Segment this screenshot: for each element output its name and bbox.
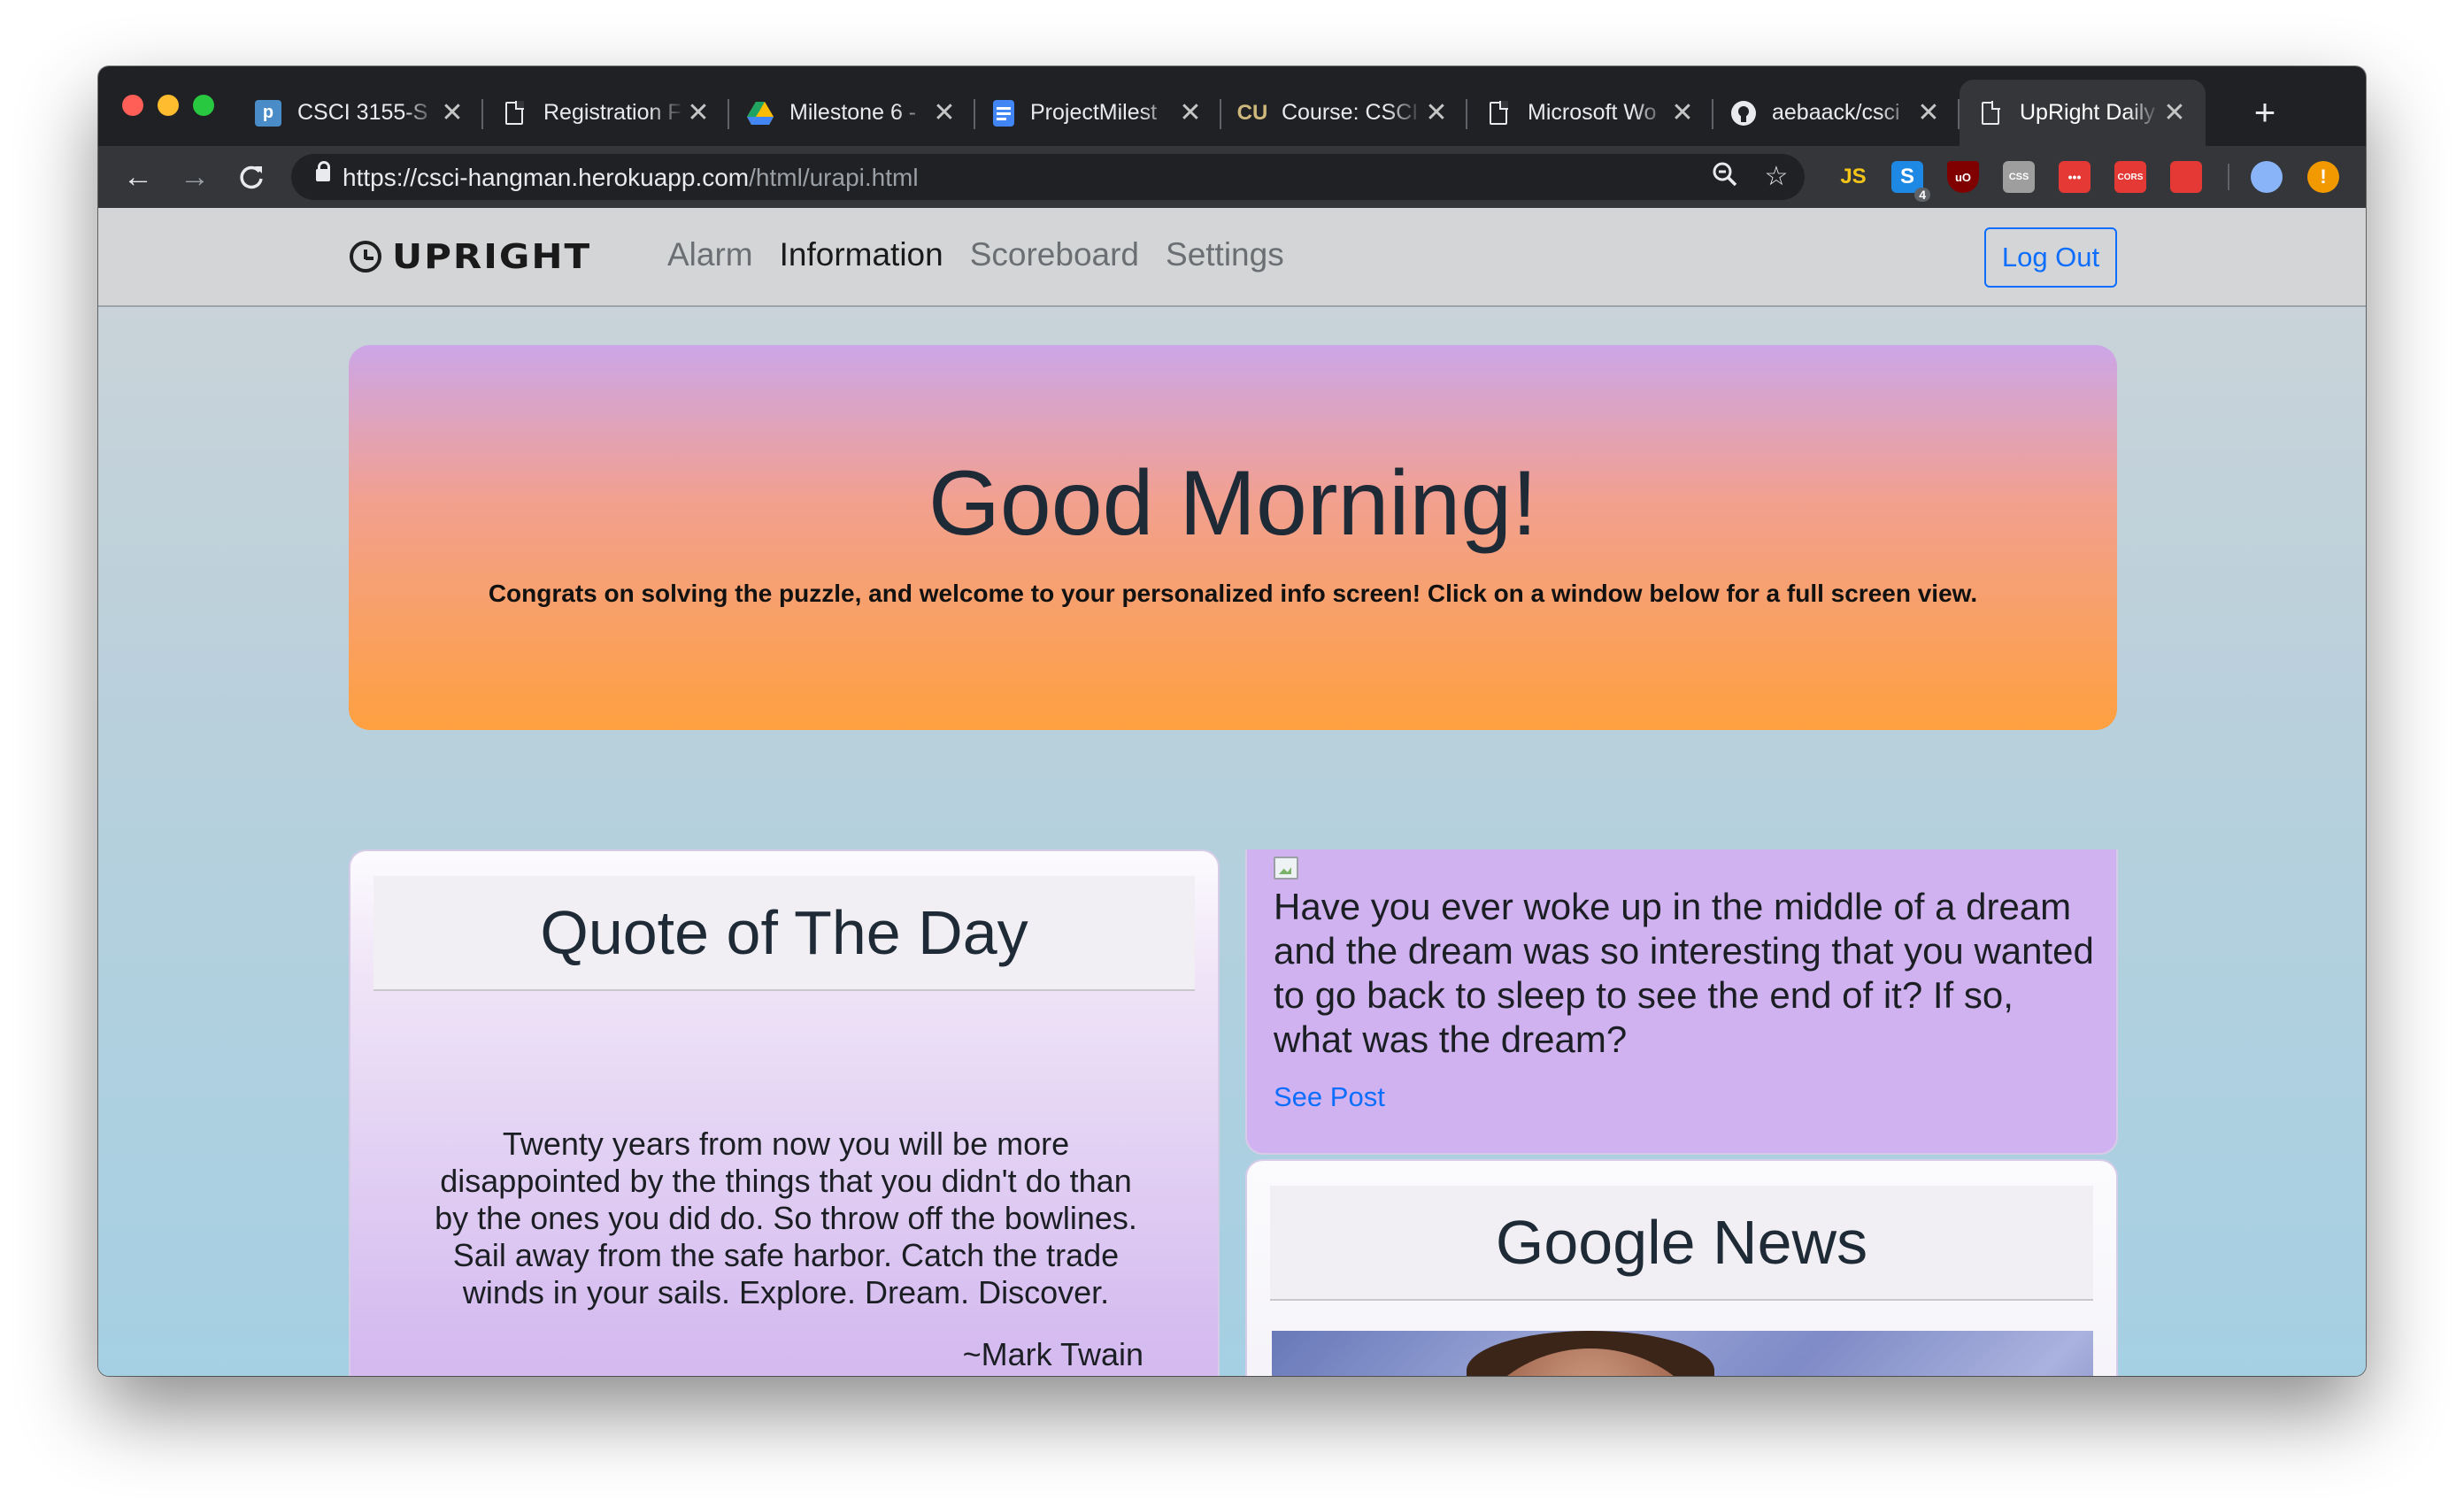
- page-viewport: UPRIGHT Alarm Information Scoreboard Set…: [98, 208, 2366, 1376]
- nav-link-alarm[interactable]: Alarm: [667, 236, 753, 273]
- toolbar-divider: [2228, 164, 2229, 190]
- reddit-card[interactable]: Have you ever woke up in the middle of a…: [1245, 849, 2118, 1155]
- browser-tab[interactable]: Registration F ✕: [483, 80, 729, 146]
- nav-link-scoreboard[interactable]: Scoreboard: [970, 236, 1139, 273]
- reddit-post-text: Have you ever woke up in the middle of a…: [1274, 886, 2094, 1060]
- close-window-button[interactable]: [122, 95, 143, 116]
- tab-title: Registration F: [543, 100, 681, 125]
- more-extension-icon[interactable]: •••: [2059, 161, 2091, 193]
- css-extension-icon[interactable]: CSS: [2003, 161, 2035, 193]
- see-post-link[interactable]: See Post: [1274, 1081, 1385, 1113]
- alarm-clock-icon: [350, 240, 381, 273]
- browser-toolbar: ← → https://csci-hangman.herokuapp.com/h…: [98, 146, 2366, 208]
- tab-close-icon[interactable]: ✕: [1423, 99, 1450, 127]
- logout-button[interactable]: Log Out: [1984, 227, 2117, 288]
- tab-close-icon[interactable]: ✕: [2161, 99, 2188, 127]
- quote-card[interactable]: Quote of The Day Twenty years from now y…: [349, 849, 1220, 1376]
- google-news-card[interactable]: Google News: [1245, 1159, 2118, 1376]
- tab-close-icon[interactable]: ✕: [1177, 99, 1204, 127]
- nav-link-settings[interactable]: Settings: [1166, 236, 1284, 273]
- browser-tab[interactable]: Microsoft Wo ✕: [1467, 80, 1713, 146]
- lock-icon: [316, 161, 330, 181]
- hero-title: Good Morning!: [928, 452, 1537, 555]
- tab-strip: p CSCI 3155-S ✕ Registration F ✕ Milesto…: [98, 66, 2366, 146]
- tab-title: CSCI 3155-S: [297, 100, 428, 125]
- ublock-icon[interactable]: uO: [1947, 161, 1979, 193]
- google-docs-icon: [993, 99, 1014, 127]
- back-arrow-icon[interactable]: ←: [118, 157, 158, 197]
- piazza-icon: p: [255, 99, 281, 127]
- quote-author: ~Mark Twain: [962, 1336, 1143, 1372]
- quote-text: Twenty years from now you will be more d…: [435, 1126, 1137, 1310]
- nav-link-information[interactable]: Information: [780, 236, 943, 273]
- hero-banner: Good Morning! Congrats on solving the pu…: [349, 345, 2117, 730]
- zoom-icon[interactable]: [1709, 161, 1741, 193]
- brand-name: UPRIGHT: [392, 235, 592, 277]
- address-bar[interactable]: https://csci-hangman.herokuapp.com/html/…: [291, 154, 1805, 200]
- cu-boulder-icon: CU: [1236, 100, 1268, 125]
- tab-close-icon[interactable]: ✕: [1915, 99, 1942, 127]
- bookmark-star-icon[interactable]: ☆: [1760, 161, 1792, 193]
- brand[interactable]: UPRIGHT: [350, 234, 591, 278]
- tab-close-icon[interactable]: ✕: [1669, 99, 1696, 127]
- s-extension-icon[interactable]: S4: [1891, 161, 1930, 202]
- tab-close-icon[interactable]: ✕: [685, 99, 712, 127]
- browser-tab[interactable]: p CSCI 3155-S ✕: [237, 80, 483, 146]
- tab-list: p CSCI 3155-S ✕ Registration F ✕ Milesto…: [237, 80, 2206, 146]
- browser-tab[interactable]: Milestone 6 - ✕: [729, 80, 975, 146]
- google-drive-icon: [747, 100, 774, 127]
- tab-title: Microsoft Wo: [1528, 100, 1657, 125]
- red-extension-icon[interactable]: [2170, 161, 2202, 193]
- cors-extension-icon[interactable]: CORS: [2114, 161, 2146, 193]
- document-icon: [1977, 100, 2004, 127]
- tab-title: aebaack/csci: [1772, 100, 1900, 125]
- browser-tab[interactable]: aebaack/csci ✕: [1713, 80, 1960, 146]
- minimize-window-button[interactable]: [158, 95, 179, 116]
- github-icon: [1731, 100, 1756, 126]
- js-extension-icon[interactable]: JS: [1837, 161, 1869, 193]
- tab-close-icon[interactable]: ✕: [931, 99, 958, 127]
- tab-title: Course: CSCI: [1282, 100, 1419, 125]
- forward-arrow-icon[interactable]: →: [174, 157, 215, 197]
- news-image[interactable]: [1272, 1331, 2093, 1376]
- browser-tab-active[interactable]: UpRight Daily ✕: [1960, 80, 2206, 146]
- tab-close-icon[interactable]: ✕: [439, 99, 466, 127]
- site-navbar: UPRIGHT Alarm Information Scoreboard Set…: [98, 208, 2366, 307]
- profile-avatar-icon[interactable]: [2251, 161, 2283, 193]
- browser-window: p CSCI 3155-S ✕ Registration F ✕ Milesto…: [98, 66, 2366, 1376]
- document-icon: [501, 100, 527, 127]
- new-tab-button[interactable]: +: [2238, 86, 2291, 139]
- nav-links: Alarm Information Scoreboard Settings: [667, 236, 1284, 273]
- tab-title: ProjectMilest: [1030, 100, 1158, 125]
- url-text[interactable]: https://csci-hangman.herokuapp.com/html/…: [343, 164, 919, 192]
- reload-icon[interactable]: [231, 157, 272, 197]
- hero-subtitle: Congrats on solving the puzzle, and welc…: [488, 580, 1978, 607]
- quote-card-heading: Quote of The Day: [373, 876, 1195, 991]
- tab-title: UpRight Daily: [2020, 100, 2155, 125]
- browser-tab[interactable]: ProjectMilest ✕: [975, 80, 1221, 146]
- tab-title: Milestone 6 -: [789, 100, 917, 125]
- broken-image-icon: [1274, 857, 1298, 880]
- browser-tab[interactable]: CU Course: CSCI ✕: [1221, 80, 1467, 146]
- update-alert-icon[interactable]: !: [2307, 161, 2339, 193]
- news-card-heading: Google News: [1270, 1186, 2093, 1301]
- document-icon: [1485, 100, 1512, 127]
- maximize-window-button[interactable]: [193, 95, 214, 116]
